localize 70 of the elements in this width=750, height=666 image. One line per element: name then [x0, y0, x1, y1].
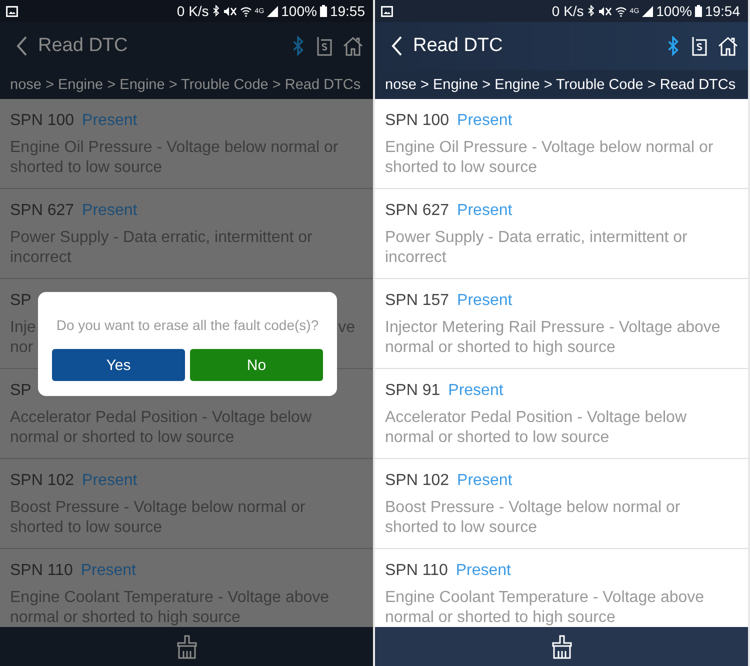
screen-title: Read DTC — [38, 35, 129, 57]
dtc-code: SPN 102 — [385, 471, 450, 491]
dtc-item[interactable]: SPN 91 Present Accelerator Pedal Position - Voltage below normal or shorted to low source — [375, 369, 748, 459]
dtc-status: Present — [82, 201, 138, 221]
wifi-icon — [614, 6, 627, 16]
dtc-description: normal or shorted to high source — [385, 608, 616, 627]
dtc-item[interactable]: SPN 157 Present Injector Metering Rail Pressure - Voltage above normal or shorted to high source — [375, 279, 748, 369]
bluetooth-icon — [666, 36, 680, 56]
network-speed: 0 K/s — [552, 3, 584, 19]
dtc-description: normal or shorted to low source — [385, 428, 610, 448]
dialog-message: Do you want to erase all the fault code(s)? — [55, 317, 320, 333]
breadcrumb: nose > Engine > Engine > Trouble Code > Read DTCs — [375, 70, 748, 99]
mute-icon — [598, 6, 612, 16]
dtc-description: Engine Oil Pressure - Voltage below normal or — [385, 138, 714, 158]
breadcrumb: nose > Engine > Engine > Trouble Code > Read DTCs — [0, 70, 373, 99]
dtc-code: SP — [10, 381, 32, 401]
dtc-status: Present — [457, 471, 512, 491]
dtc-status: Present — [456, 561, 511, 581]
network-speed: 0 K/s — [176, 3, 209, 19]
signal-icon — [267, 6, 278, 16]
dtc-code: SPN 157 — [385, 291, 450, 311]
dtc-code: SPN 627 — [385, 201, 450, 221]
signal-icon — [642, 6, 654, 16]
dtc-code: SP — [10, 291, 32, 311]
mute-icon — [222, 6, 237, 16]
dtc-item[interactable]: SPN 627 Present Power Supply - Data erratic, intermittent or incorrect — [375, 189, 748, 279]
dtc-status: Present — [448, 381, 504, 401]
dtc-description: Injector Metering Rail Pressure - Voltage above — [385, 318, 720, 338]
dtc-code: SPN 100 — [385, 111, 450, 131]
dtc-item[interactable]: SPN 100 Present Engine Oil Pressure - Voltage below normal or shorted to low source — [375, 99, 748, 189]
dtc-description: shorted to low source — [385, 158, 538, 178]
yes-button[interactable]: Yes — [52, 349, 185, 381]
dtc-code: SPN 110 — [10, 561, 73, 581]
dtc-description: Boost Pressure - Voltage below normal or — [385, 498, 680, 518]
brush-icon[interactable] — [176, 634, 198, 658]
battery-icon — [320, 5, 327, 17]
dtc-status: Present — [82, 471, 138, 491]
clock: 19:55 — [330, 3, 365, 19]
clock: 19:54 — [704, 3, 740, 19]
image-icon — [381, 6, 393, 16]
dtc-status: Present — [82, 111, 138, 131]
dtc-status: Present — [457, 201, 512, 221]
dtc-description: Engine Coolant Temperature - Voltage above — [385, 588, 704, 608]
report-icon[interactable] — [690, 36, 708, 56]
dtc-code: SPN 102 — [10, 471, 74, 491]
report-icon[interactable] — [315, 36, 333, 56]
battery-level: 100% — [656, 3, 692, 19]
dtc-code: SPN 110 — [385, 561, 448, 581]
dtc-item[interactable]: SPN 102 Present Boost Pressure - Voltage below normal or shorted to low source — [375, 459, 748, 549]
dtc-code: SPN 627 — [10, 201, 74, 221]
bluetooth-icon — [291, 36, 305, 56]
dtc-status: Present — [457, 291, 512, 311]
dtc-code: SPN 100 — [10, 111, 74, 131]
home-icon[interactable] — [343, 36, 363, 56]
image-icon — [6, 6, 18, 16]
dtc-description: shorted to low source — [385, 518, 538, 538]
dtc-description: Power Supply - Data erratic, intermittent or — [385, 228, 688, 248]
battery-icon — [694, 5, 702, 17]
wifi-icon — [240, 6, 252, 16]
dtc-status: Present — [80, 561, 136, 581]
bluetooth-icon — [212, 5, 220, 17]
bluetooth-icon — [586, 5, 595, 17]
battery-level: 100% — [281, 3, 317, 19]
screen-title: Read DTC — [413, 35, 504, 57]
no-button[interactable]: No — [190, 349, 323, 381]
dtc-description: Accelerator Pedal Position - Voltage below — [385, 408, 687, 428]
dtc-status: Present — [457, 111, 512, 131]
dtc-description: incorrect — [385, 248, 446, 268]
dtc-code: SPN 91 — [385, 381, 440, 401]
dtc-description: normal or shorted to high source — [385, 338, 616, 358]
